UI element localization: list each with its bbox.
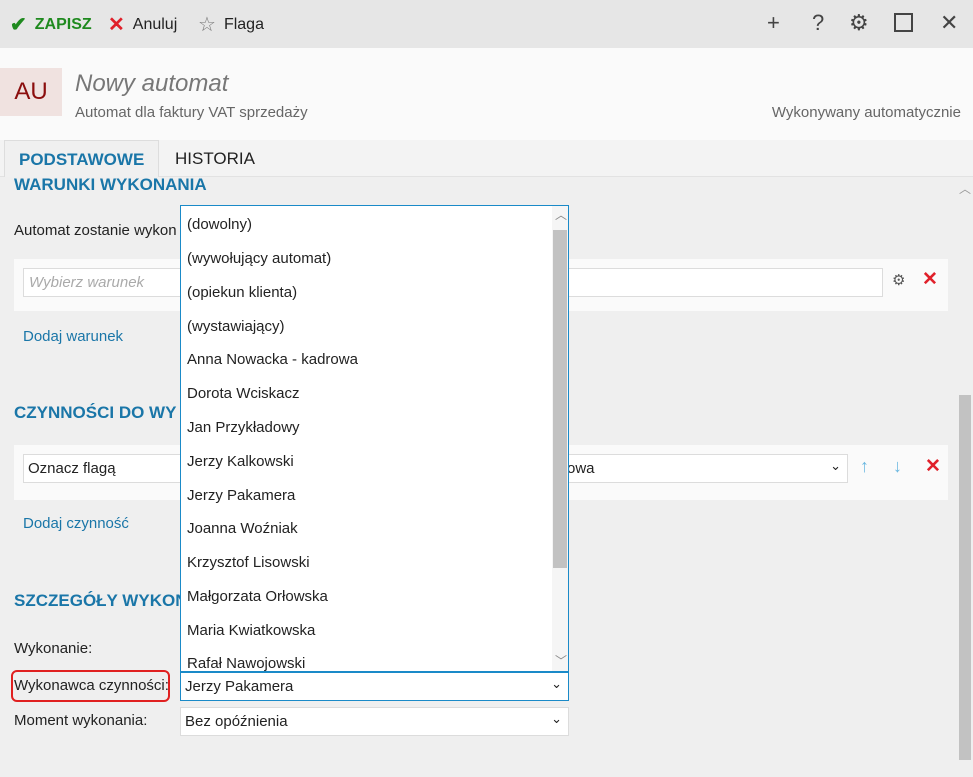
toolbar: ✔ ZAPISZ ✕ Anuluj ☆ Flaga + ? ⚙ ✕	[0, 0, 973, 48]
list-item[interactable]: Krzysztof Lisowski	[187, 554, 310, 571]
condition-settings-icon[interactable]: ⚙	[892, 271, 905, 289]
star-icon: ☆	[198, 14, 216, 36]
details-heading: SZCZEGÓŁY WYKON	[14, 591, 188, 610]
chevron-down-icon: ⌄	[830, 458, 841, 473]
add-refresh-icon[interactable]: +	[767, 10, 780, 36]
move-up-icon[interactable]: ↑	[860, 456, 869, 477]
dropdown-scrollbar-thumb[interactable]	[553, 230, 567, 568]
close-window-icon[interactable]: ✕	[940, 10, 958, 36]
list-item[interactable]: Anna Nowacka - kadrowa	[187, 351, 358, 368]
performer-select[interactable]: Jerzy Pakamera ⌄	[180, 672, 569, 701]
list-item[interactable]: (wywołujący automat)	[187, 250, 331, 267]
delete-condition-icon[interactable]: ✕	[922, 268, 938, 291]
save-button[interactable]: ✔ ZAPISZ	[10, 12, 92, 37]
list-item[interactable]: Jerzy Kalkowski	[187, 453, 294, 470]
add-action-link[interactable]: Dodaj czynność	[23, 515, 129, 532]
list-item[interactable]: Małgorzata Orłowska	[187, 588, 328, 605]
performer-label: Wykonawca czynności:	[14, 677, 169, 694]
execution-mode: Wykonywany automatycznie	[771, 104, 961, 121]
list-item[interactable]: (wystawiający)	[187, 318, 285, 335]
cancel-button[interactable]: ✕ Anuluj	[108, 12, 177, 37]
help-icon[interactable]: ?	[812, 10, 824, 36]
delete-action-icon[interactable]: ✕	[925, 455, 941, 478]
tab-basic[interactable]: PODSTAWOWE	[4, 140, 160, 177]
moment-select[interactable]: Bez opóźnienia ⌄	[180, 707, 569, 736]
tab-history[interactable]: HISTORIA	[161, 140, 269, 177]
list-item[interactable]: Joanna Woźniak	[187, 520, 298, 537]
list-item[interactable]: Jan Przykładowy	[187, 419, 300, 436]
chevron-down-icon: ⌄	[551, 676, 562, 691]
conditions-intro: Automat zostanie wykon	[14, 222, 177, 239]
tab-bar: PODSTAWOWE HISTORIA	[0, 140, 973, 177]
list-item[interactable]: Maria Kwiatkowska	[187, 622, 315, 639]
gear-icon[interactable]: ⚙	[849, 10, 869, 36]
flag-button[interactable]: ☆ Flaga	[198, 12, 264, 37]
page-title: Nowy automat	[75, 70, 229, 97]
add-condition-link[interactable]: Dodaj warunek	[23, 328, 123, 345]
page-subtitle: Automat dla faktury VAT sprzedaży	[75, 104, 308, 121]
maximize-icon[interactable]	[894, 13, 913, 32]
list-item[interactable]: Dorota Wciskacz	[187, 385, 300, 402]
execution-label: Wykonanie:	[14, 640, 93, 657]
avatar: AU	[0, 68, 62, 116]
scroll-down-icon[interactable]: ﹀	[555, 652, 567, 669]
conditions-heading: WARUNKI WYKONANIA	[14, 175, 207, 194]
move-down-icon[interactable]: ↓	[893, 456, 902, 477]
main-scroll-up-icon[interactable]: ︿	[959, 180, 971, 197]
list-item[interactable]: Rafał Nawojowski	[187, 655, 305, 671]
close-icon: ✕	[108, 14, 125, 36]
list-item[interactable]: Jerzy Pakamera	[187, 487, 295, 504]
scroll-up-icon[interactable]: ︿	[555, 206, 567, 223]
actions-heading: CZYNNOŚCI DO WY	[14, 403, 177, 422]
action-value-select[interactable]: owa ⌄	[540, 454, 848, 483]
chevron-down-icon: ⌄	[551, 711, 562, 726]
moment-label: Moment wykonania:	[14, 712, 148, 729]
main-scrollbar-thumb[interactable]	[959, 395, 971, 760]
list-item[interactable]: (opiekun klienta)	[187, 284, 297, 301]
list-item[interactable]: (dowolny)	[187, 216, 252, 233]
check-icon: ✔	[10, 14, 27, 36]
performer-dropdown-list[interactable]: (dowolny) (wywołujący automat) (opiekun …	[180, 205, 569, 672]
